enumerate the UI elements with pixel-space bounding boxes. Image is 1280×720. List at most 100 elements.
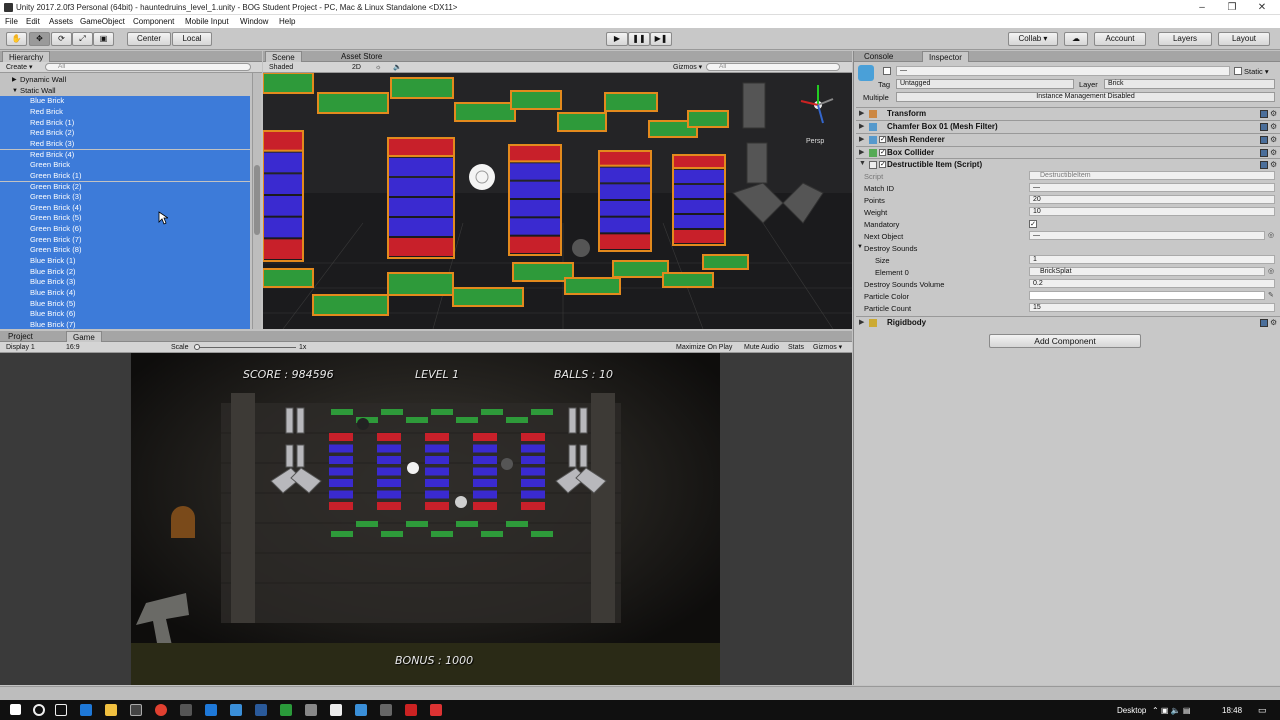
hierarchy-item[interactable]: Red Brick (2) xyxy=(0,128,250,139)
settings-gear-icon[interactable]: ⚙ xyxy=(1270,110,1278,118)
app-icon[interactable] xyxy=(180,704,192,716)
step-icon[interactable]: ▶❚ xyxy=(650,32,672,46)
app-icon[interactable] xyxy=(230,704,242,716)
field-value[interactable]: 10 xyxy=(1029,207,1275,216)
collab-button[interactable]: Collab ▾ xyxy=(1008,32,1058,46)
create-button[interactable]: Create ▾ xyxy=(6,63,32,72)
fold-arrow-icon[interactable]: ▶ xyxy=(859,122,864,130)
move-tool-icon[interactable]: ✥ xyxy=(29,32,50,46)
tab-hierarchy[interactable]: Hierarchy xyxy=(2,51,51,62)
fold-arrow-icon[interactable]: ▶ xyxy=(859,135,864,143)
clock[interactable]: 18:48 xyxy=(1222,706,1242,715)
hierarchy-item[interactable]: Green Brick (4) xyxy=(0,202,250,214)
scrollbar-thumb[interactable] xyxy=(254,165,260,235)
cloud-icon[interactable]: ☁ xyxy=(1064,32,1088,46)
hierarchy-item[interactable]: Blue Brick (2) xyxy=(0,266,250,278)
field-value[interactable]: 1 xyxy=(1029,255,1275,264)
menu-component[interactable]: Component xyxy=(133,17,174,26)
file-explorer-icon[interactable] xyxy=(105,704,117,716)
hierarchy-tree[interactable]: ▶ Dynamic Wall ▼ Static Wall Blue Brick Red B… xyxy=(0,73,250,329)
help-icon[interactable] xyxy=(1260,123,1268,131)
pivot-local-button[interactable]: Local xyxy=(172,32,212,46)
static-checkbox[interactable] xyxy=(1234,67,1242,75)
settings-gear-icon[interactable]: ⚙ xyxy=(1270,319,1278,327)
app-icon[interactable] xyxy=(305,704,317,716)
help-icon[interactable] xyxy=(1260,110,1268,118)
field-value[interactable]: — xyxy=(1029,231,1265,240)
pivot-center-button[interactable]: Center xyxy=(127,32,171,46)
active-checkbox[interactable] xyxy=(883,67,891,75)
rotate-tool-icon[interactable]: ⟳ xyxy=(51,32,72,46)
chrome-icon[interactable] xyxy=(155,704,167,716)
layer-dropdown[interactable]: Brick xyxy=(1104,79,1275,89)
app-icon[interactable] xyxy=(430,704,442,716)
object-name-input[interactable]: — xyxy=(896,66,1230,76)
hierarchy-item[interactable]: ▼ Static Wall xyxy=(0,86,250,97)
scale-tool-icon[interactable]: ⤢ xyxy=(72,32,93,46)
game-gizmos-dropdown[interactable]: Gizmos ▾ xyxy=(813,343,842,352)
app-icon[interactable] xyxy=(380,704,392,716)
settings-gear-icon[interactable]: ⚙ xyxy=(1270,161,1278,169)
help-icon[interactable] xyxy=(1260,136,1268,144)
tab-scene[interactable]: Scene xyxy=(265,51,302,62)
tab-asset-store[interactable]: Asset Store xyxy=(335,51,388,62)
hierarchy-item[interactable]: Blue Brick (3) xyxy=(0,277,250,288)
notification-icon[interactable]: ▭ xyxy=(1258,705,1267,716)
settings-gear-icon[interactable]: ⚙ xyxy=(1270,136,1278,144)
hand-tool-icon[interactable]: ✋ xyxy=(6,32,27,46)
hierarchy-item[interactable]: Red Brick (3) xyxy=(0,138,250,150)
field-value[interactable]: BrickSplat xyxy=(1029,267,1265,276)
hierarchy-item[interactable]: Green Brick (1) xyxy=(0,170,250,182)
settings-gear-icon[interactable]: ⚙ xyxy=(1270,123,1278,131)
tag-dropdown[interactable]: Untagged xyxy=(896,79,1074,89)
object-picker-icon[interactable]: ◎ xyxy=(1268,231,1274,239)
field-value[interactable]: 20 xyxy=(1029,195,1275,204)
help-icon[interactable] xyxy=(1260,319,1268,327)
field-value[interactable]: 0.2 xyxy=(1029,279,1275,288)
static-dropdown[interactable]: Static ▾ xyxy=(1244,67,1269,76)
stats-toggle[interactable]: Stats xyxy=(788,343,804,352)
search-icon[interactable] xyxy=(33,704,45,716)
maximize-button[interactable]: ❐ xyxy=(1217,1,1247,14)
display-dropdown[interactable]: Display 1 xyxy=(6,343,35,352)
menu-gameobject[interactable]: GameObject xyxy=(80,17,125,26)
minimize-button[interactable]: – xyxy=(1187,1,1217,14)
tray-icons[interactable]: ⌃ ▣ 🔈 ▤ xyxy=(1152,706,1190,715)
add-component-button[interactable]: Add Component xyxy=(989,334,1141,348)
pause-icon[interactable]: ❚❚ xyxy=(628,32,650,46)
app-icon[interactable] xyxy=(280,704,292,716)
hierarchy-item[interactable]: Blue Brick (7) xyxy=(0,319,250,329)
desktop-toolbar-label[interactable]: Desktop xyxy=(1117,706,1146,715)
hierarchy-item[interactable]: Blue Brick (1) xyxy=(0,256,250,267)
component-rigidbody[interactable]: ▶ Rigidbody ⚙ xyxy=(856,316,1280,327)
hierarchy-item[interactable]: Red Brick xyxy=(0,106,250,118)
menu-window[interactable]: Window xyxy=(240,17,268,26)
collapse-arrow-icon[interactable]: ▶ xyxy=(12,75,17,86)
hierarchy-item[interactable]: Green Brick (7) xyxy=(0,234,250,246)
fold-arrow-icon[interactable]: ▶ xyxy=(859,109,864,117)
app-icon[interactable] xyxy=(255,704,267,716)
rect-tool-icon[interactable]: ▣ xyxy=(93,32,114,46)
tab-inspector[interactable]: Inspector xyxy=(922,51,969,62)
field-value[interactable]: 15 xyxy=(1029,303,1275,312)
mute-audio-toggle[interactable]: Mute Audio xyxy=(744,343,779,352)
hierarchy-item[interactable]: Blue Brick (4) xyxy=(0,288,250,299)
enabled-checkbox[interactable]: ✓ xyxy=(879,136,886,143)
help-icon[interactable] xyxy=(1260,149,1268,157)
object-picker-icon[interactable]: ◎ xyxy=(1268,267,1274,275)
hierarchy-item[interactable]: Green Brick (8) xyxy=(0,245,250,256)
store-icon[interactable] xyxy=(130,704,142,716)
task-view-icon[interactable] xyxy=(55,704,67,716)
close-button[interactable]: ✕ xyxy=(1247,1,1277,14)
hierarchy-item[interactable]: Blue Brick (6) xyxy=(0,309,250,320)
maximize-on-play-toggle[interactable]: Maximize On Play xyxy=(676,343,732,352)
component-mesh-filter[interactable]: ▶ Chamfer Box 01 (Mesh Filter) ⚙ xyxy=(856,120,1280,131)
component-destructible-item[interactable]: ▼ ✓ Destructible Item (Script) ⚙ xyxy=(856,158,1280,169)
field-value[interactable]: — xyxy=(1029,183,1275,192)
hierarchy-item[interactable]: Green Brick xyxy=(0,160,250,171)
fold-arrow-icon[interactable]: ▶ xyxy=(859,148,864,156)
tab-console[interactable]: Console xyxy=(858,51,899,62)
field-value[interactable] xyxy=(1029,291,1265,300)
account-button[interactable]: Account xyxy=(1094,32,1146,46)
expand-arrow-icon[interactable]: ▼ xyxy=(857,244,863,250)
